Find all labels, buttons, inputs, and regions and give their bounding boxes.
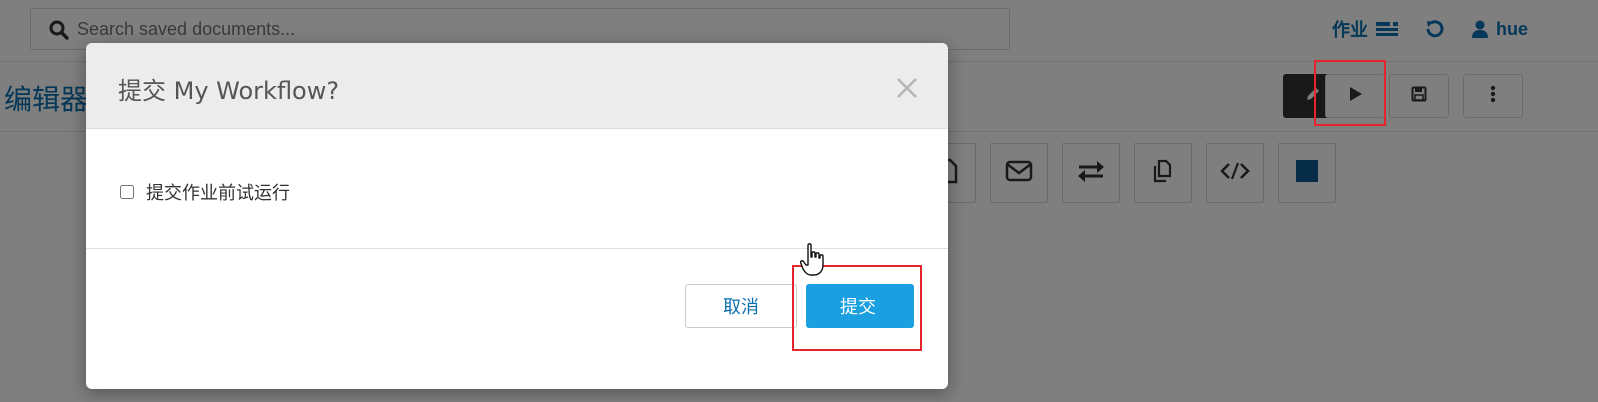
dry-run-label: 提交作业前试运行 bbox=[146, 183, 290, 204]
close-icon bbox=[896, 77, 918, 104]
cancel-button[interactable]: 取消 bbox=[685, 284, 797, 328]
hand-pointer-icon bbox=[799, 243, 826, 282]
submit-workflow-dialog: 提交 My Workflow? 提交作业前试运行 取消 提交 bbox=[86, 43, 948, 389]
page: 作业 hue 编辑器 bbox=[0, 0, 1598, 402]
dialog-body: 提交作业前试运行 bbox=[86, 129, 948, 249]
close-button[interactable] bbox=[892, 75, 922, 105]
dialog-header: 提交 My Workflow? bbox=[86, 43, 948, 129]
dry-run-option[interactable]: 提交作业前试运行 bbox=[120, 179, 290, 205]
dialog-title: 提交 My Workflow? bbox=[118, 77, 340, 105]
dry-run-checkbox[interactable] bbox=[120, 185, 134, 199]
submit-button[interactable]: 提交 bbox=[806, 284, 914, 328]
